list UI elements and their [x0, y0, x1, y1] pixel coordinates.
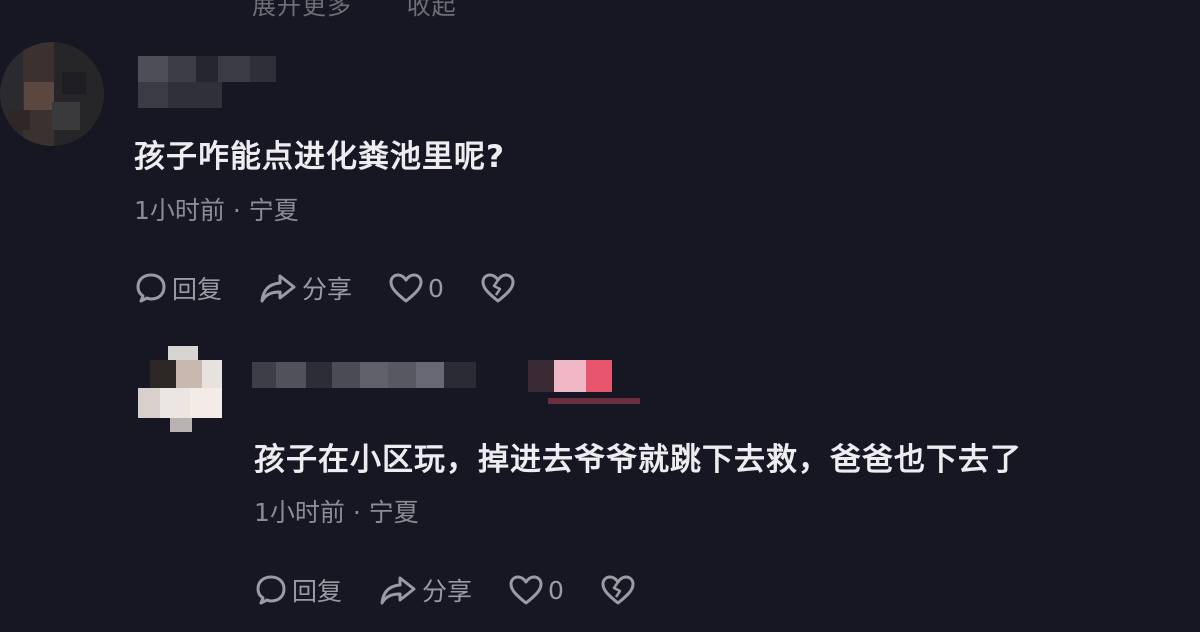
dislike-button[interactable] — [600, 573, 640, 607]
badge-underline — [548, 398, 640, 404]
dislike-button[interactable] — [480, 271, 520, 305]
reply-avatar[interactable] — [136, 346, 226, 436]
share-arrow-icon — [258, 271, 302, 305]
share-label: 分享 — [422, 577, 473, 606]
like-count: 0 — [548, 575, 564, 605]
reply-label: 回复 — [172, 275, 223, 304]
like-button[interactable]: 0 — [508, 573, 564, 607]
reply-button[interactable]: 回复 — [134, 270, 222, 306]
reply-time: 1小时前 — [254, 498, 345, 527]
like-count: 0 — [428, 273, 444, 303]
thread-controls: 展开更多 收起 — [252, 0, 503, 21]
comment-meta: 1小时前 · 宁夏 — [134, 191, 299, 227]
comment-bubble-icon — [134, 271, 172, 305]
share-button[interactable]: 分享 — [378, 572, 472, 608]
reply-label: 回复 — [292, 577, 343, 606]
share-arrow-icon — [378, 573, 422, 607]
reply-text: 孩子在小区玩，掉进去爷爷就跳下去救，爸爸也下去了 — [254, 442, 1022, 478]
share-label: 分享 — [302, 275, 353, 304]
meta-separator: · — [232, 196, 241, 225]
comment-text: 孩子咋能点进化粪池里呢? — [134, 139, 505, 175]
reply-location: 宁夏 — [368, 498, 419, 527]
reply-actions: 回复 分享 0 — [254, 572, 676, 608]
comment-bubble-icon — [254, 573, 292, 607]
reply-button[interactable]: 回复 — [254, 572, 342, 608]
avatar[interactable] — [0, 42, 104, 146]
username-blurred[interactable] — [138, 56, 276, 82]
reply-badge-blurred — [528, 360, 612, 392]
heart-outline-icon — [508, 573, 548, 607]
comment-location: 宁夏 — [248, 196, 299, 225]
username-blurred-row2 — [138, 82, 222, 108]
broken-heart-icon — [600, 573, 640, 607]
share-button[interactable]: 分享 — [258, 270, 352, 306]
expand-more-link[interactable]: 展开更多 — [252, 0, 352, 20]
broken-heart-icon — [480, 271, 520, 305]
collapse-link[interactable]: 收起 — [407, 0, 457, 20]
heart-outline-icon — [388, 271, 428, 305]
meta-separator: · — [352, 498, 361, 527]
reply-username-blurred[interactable] — [252, 362, 476, 388]
comment-time: 1小时前 — [134, 196, 225, 225]
like-button[interactable]: 0 — [388, 271, 444, 305]
reply-meta: 1小时前 · 宁夏 — [254, 493, 419, 529]
comment-actions: 回复 分享 0 — [134, 270, 556, 306]
